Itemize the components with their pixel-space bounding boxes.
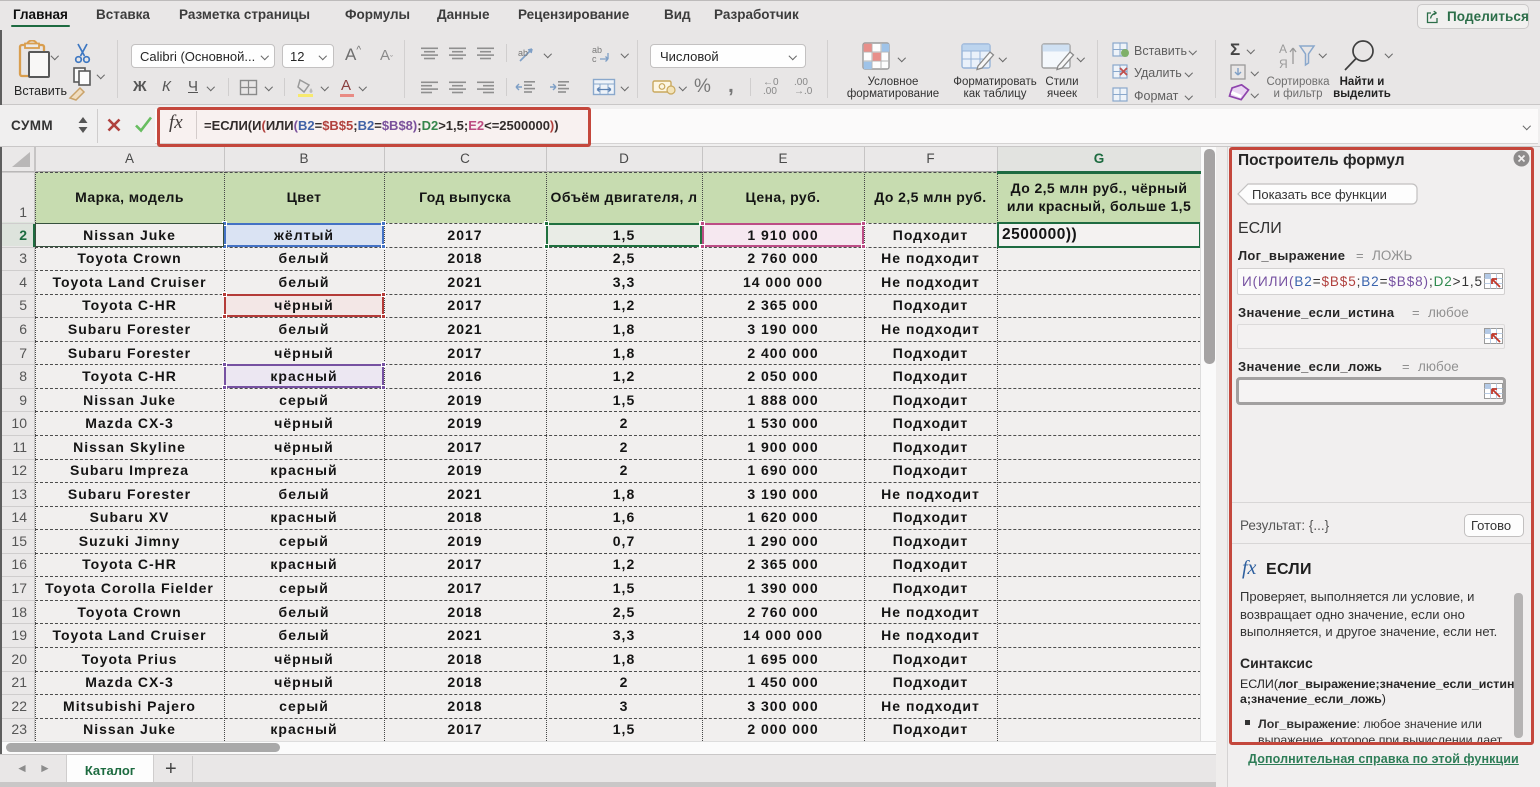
- svg-text:Я: Я: [1279, 57, 1288, 71]
- svg-text:ab: ab: [518, 48, 528, 58]
- svg-text:c: c: [592, 54, 597, 64]
- svg-text:А: А: [1279, 42, 1287, 56]
